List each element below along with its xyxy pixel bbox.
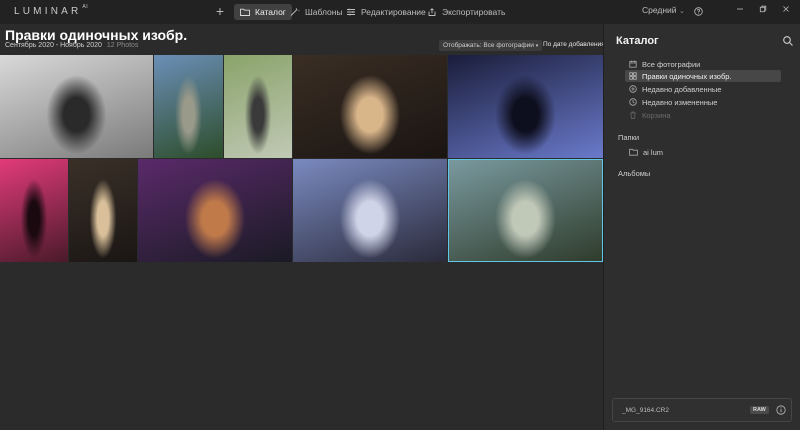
photo-thumbnail[interactable] [293, 55, 447, 158]
info-icon[interactable] [776, 405, 786, 415]
tab-edit[interactable]: Редактирование [340, 4, 432, 20]
photo-thumbnail[interactable] [0, 159, 68, 262]
catalog-item-recently-edited[interactable]: Недавно измененные [625, 96, 781, 108]
folder-icon [629, 148, 638, 156]
photo-thumbnail[interactable] [448, 55, 603, 158]
catalog-item-recently-added[interactable]: Недавно добавленные [625, 83, 781, 95]
photo-thumbnail[interactable] [138, 159, 292, 262]
tab-export-label: Экспортировать [442, 7, 506, 17]
top-bar: LUMINARAI + Каталог Шаблоны Редактирован… [0, 0, 800, 24]
photo-thumbnail[interactable] [224, 55, 292, 158]
page-title: Правки одиночных изобр. [5, 27, 188, 43]
app-logo: LUMINARAI [14, 4, 89, 17]
help-icon[interactable] [694, 7, 703, 16]
minimize-icon [737, 8, 743, 10]
folder-label: ai lum [643, 147, 664, 157]
catalog-item-single-edits[interactable]: Правки одиночных изобр. [625, 70, 781, 82]
photo-thumbnail[interactable] [69, 159, 137, 262]
file-info-bar: _MG_9164.CR2 RAW [612, 398, 792, 422]
tab-templates-label: Шаблоны [305, 7, 343, 17]
photo-thumbnail[interactable] [154, 55, 223, 158]
folders-section-title: Папки [618, 133, 640, 142]
raw-badge: RAW [750, 406, 769, 414]
albums-section-title[interactable]: Альбомы [618, 169, 650, 178]
chevron-down-icon: ⌄ [678, 8, 685, 15]
photo-thumbnail[interactable] [293, 159, 447, 262]
clock-icon [629, 98, 637, 106]
thumbnail-size-select[interactable]: Средний ⌄ [642, 5, 685, 15]
folder-item[interactable]: ai lum [625, 146, 781, 158]
catalog-item-all-photos[interactable]: Все фотографии [625, 58, 781, 70]
tab-templates[interactable]: Шаблоны [284, 4, 349, 20]
show-filter-dropdown[interactable]: Отображать: Все фотографии ▾ [439, 40, 543, 51]
subtitle: Сентябрь 2020 - Ноябрь 2020 12 Photos [5, 42, 138, 49]
tab-export[interactable]: Экспортировать [421, 4, 511, 20]
grid-icon [629, 72, 637, 80]
maximize-button[interactable] [756, 4, 770, 18]
catalog-item-label: Правки одиночных изобр. [642, 71, 732, 81]
wand-icon [290, 8, 300, 16]
close-button[interactable] [779, 4, 793, 18]
photo-count: 12 Photos [106, 42, 139, 49]
file-name: _MG_9164.CR2 [622, 407, 669, 414]
close-icon [783, 6, 789, 12]
catalog-item-label: Недавно измененные [642, 97, 718, 107]
chevron-down-icon: ▾ [535, 43, 539, 49]
restore-icon [759, 5, 767, 13]
minimize-button[interactable] [733, 4, 747, 18]
sliders-icon [347, 8, 355, 16]
plus-circle-icon [629, 85, 637, 93]
filter-label: Отображать: Все фотографии [443, 42, 534, 49]
tab-edit-label: Редактирование [361, 7, 426, 17]
export-icon [428, 8, 436, 16]
catalog-item-trash[interactable]: Корзина [625, 109, 781, 121]
catalog-panel: Каталог Все фотографии Правки одиночных … [604, 24, 800, 430]
folder-icon [240, 8, 250, 16]
calendar-icon [629, 60, 637, 68]
add-photos-button[interactable]: + [212, 3, 228, 19]
catalog-item-label: Недавно добавленные [642, 84, 722, 94]
photo-grid [0, 55, 603, 262]
photo-thumbnail[interactable] [0, 55, 153, 158]
date-range: Сентябрь 2020 - Ноябрь 2020 [5, 42, 102, 49]
search-icon[interactable] [782, 35, 794, 47]
size-select-value: Средний [642, 5, 677, 15]
sort-dropdown[interactable]: По дате добавления [543, 41, 605, 48]
trash-icon [630, 111, 636, 119]
photo-thumbnail[interactable] [448, 159, 603, 262]
panel-title: Каталог [616, 35, 659, 47]
catalog-item-label: Все фотографии [642, 59, 701, 69]
tab-catalog-label: Каталог [255, 7, 286, 17]
catalog-item-label: Корзина [642, 110, 671, 120]
